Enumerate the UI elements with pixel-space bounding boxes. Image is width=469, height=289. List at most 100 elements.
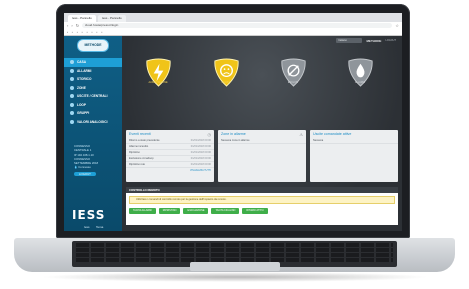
reload-icon[interactable]: ↻ (76, 23, 79, 29)
silence-alarms-button[interactable]: TACITA ALLARMI (129, 208, 156, 214)
address-bar: ‹ › ↻ cloud.hosterpress.it/login ☆ (64, 22, 402, 29)
laptop-frame: Iess - Pannello Iess - Pannello ‹ › ↻ cl… (0, 0, 469, 289)
delays-button[interactable]: RITARDI ATTIVI (242, 208, 268, 214)
panel-title: CONTROLLO REMOTO (126, 187, 398, 193)
row-label: Nessuna zona in allarme (221, 139, 250, 142)
clock-icon: ◷ (207, 132, 212, 137)
sidebar-item-label: STORICO (77, 77, 92, 82)
row-label: Ritorno a stato precedente (129, 139, 160, 142)
status-badge-alarm[interactable]: ALLARMI (346, 57, 375, 88)
card-title: Eventi recenti (129, 132, 151, 136)
remote-control-panel: CONTROLLO REMOTO Utilizzare i comandi di… (126, 187, 398, 225)
browser-tab[interactable]: Iess - Pannello (68, 15, 96, 22)
brand-link[interactable]: Iess (84, 225, 90, 229)
view-all-link[interactable]: VISUALIZZA TUTTI (126, 168, 214, 173)
card-title: Uscite comandate attive (313, 132, 352, 136)
topbar: Italiano METHODE LOGOUT (336, 38, 396, 43)
connection-status: 💧 Connesso (74, 165, 118, 169)
bookmark-icon[interactable]: ▪ (101, 31, 102, 34)
browser-tab[interactable]: Iess - Pannello (97, 15, 126, 22)
logo: METHODE (77, 39, 109, 52)
row-label: Ripristino (129, 151, 140, 154)
language-select[interactable]: Italiano (336, 38, 363, 43)
sidebar-menu: CASA ALLARMI STORICO ZONE USCITE / CENTR… (64, 58, 122, 126)
card-title: Zone in allarme (221, 132, 246, 136)
row-value: 01/01/2018 00:00 (190, 151, 211, 154)
sidebar-item-gruppi[interactable]: GRUPPI (64, 109, 122, 118)
drop-icon: 💧 (74, 165, 78, 170)
app: METHODE CASA ALLARMI STORICO ZONE USCITE… (64, 36, 402, 231)
status-label: ESCLUSI (287, 81, 299, 84)
connection-info: CONNESSO CENTRALE 1 IP 192.168.1.10 CONN… (74, 144, 118, 177)
sidebar-item-label: ALLARMI (77, 68, 92, 73)
sidebar-item-valori[interactable]: VALORI ANALOGICI (64, 118, 122, 127)
sidebar-item-uscite[interactable]: USCITE / CENTRALI (64, 92, 122, 101)
row-label: Allarme incendio (129, 145, 149, 148)
status-badge-power[interactable]: ALIMENTAZIONE (144, 57, 173, 88)
list-item: Nessuna (310, 138, 398, 144)
list-item: Nessuna zona in allarme (218, 138, 306, 144)
sidebar-item-label: USCITE / CENTRALI (77, 94, 108, 99)
sidebar: METHODE CASA ALLARMI STORICO ZONE USCITE… (64, 36, 122, 231)
logout-link[interactable]: LOGOUT (385, 39, 396, 42)
brand-link[interactable]: Tema (96, 225, 103, 229)
card-active-outputs: Uscite comandate attive Nessuna (310, 130, 398, 182)
group-icon (70, 111, 74, 116)
zone-icon (70, 85, 74, 90)
reset-button[interactable]: RIPRISTINO (158, 208, 181, 214)
alarm-icon (70, 68, 74, 73)
bookmark-icon[interactable]: ▪ (72, 31, 73, 34)
browser-tabs: Iess - Pannello Iess - Pannello (64, 13, 402, 22)
sidebar-item-allarmi[interactable]: ALLARMI (64, 67, 122, 76)
status-label: ALIMENTAZIONE (148, 81, 168, 84)
star-icon[interactable]: ☆ (395, 23, 399, 29)
remote-buttons: TACITA ALLARMI RIPRISTINO EVACUAZIONE TA… (129, 208, 395, 214)
silence-buzzer-button[interactable]: TACITA CICALINO (211, 208, 240, 214)
warning-icon: ⚠ (299, 132, 303, 137)
sidebar-item-label: VALORI ANALOGICI (77, 119, 108, 124)
card-recent-events: Eventi recenti ◷ Ritorno a stato precede… (126, 130, 214, 182)
bookmark-icon[interactable]: ▪ (92, 31, 93, 34)
row-value: 01/01/2018 00:00 (190, 145, 211, 148)
main-content: Italiano METHODE LOGOUT ALIMENTAZIONE GU… (122, 36, 402, 231)
back-icon[interactable]: ‹ (67, 23, 68, 29)
home-icon (70, 60, 74, 65)
status-label: GUASTI (221, 81, 231, 84)
card-zones-alarm: Zone in allarme ⚠ Nessuna zona in allarm… (218, 130, 306, 182)
row-value: 01/01/2018 00:00 (190, 139, 211, 142)
bookmark-icon[interactable]: ▪ (82, 31, 83, 34)
screen: Iess - Pannello Iess - Pannello ‹ › ↻ cl… (64, 13, 402, 231)
sidebar-item-zone[interactable]: ZONE (64, 84, 122, 93)
laptop-shadow (40, 272, 430, 282)
sidebar-item-label: GRUPPI (77, 111, 90, 116)
status-badge-excluded[interactable]: ESCLUSI (279, 57, 308, 88)
bookmarks-bar: ▪ ▪ ▪ ▪ ▪ ▪ ▪ ▪ (64, 29, 402, 36)
bookmark-icon[interactable]: ▪ (97, 31, 98, 34)
row-label: Nessuna (313, 139, 324, 142)
status-label: ALLARMI (354, 81, 366, 84)
forward-icon[interactable]: › (71, 23, 72, 29)
bookmark-icon[interactable]: ▪ (77, 31, 78, 34)
row-label: Esclusione zona/loop (129, 157, 154, 160)
row-label: Ripristino rete (129, 163, 146, 166)
sidebar-item-storico[interactable]: STORICO (64, 75, 122, 84)
trackpad (190, 262, 280, 271)
sidebar-item-casa[interactable]: CASA (64, 58, 122, 67)
status-icons: ALIMENTAZIONE GUASTI ESCLUSI ALLARMI (122, 57, 402, 103)
loop-icon (70, 102, 74, 107)
history-icon (70, 77, 74, 82)
url-field[interactable]: cloud.hosterpress.it/login (82, 23, 393, 28)
brand-logo: IESS (72, 208, 106, 222)
row-value: 01/01/2018 00:00 (190, 163, 211, 166)
sidebar-item-loop[interactable]: LOOP (64, 101, 122, 110)
status-badge-fault[interactable]: GUASTI (212, 57, 241, 88)
evacuation-button[interactable]: EVACUAZIONE (183, 208, 209, 214)
logout-button[interactable]: LOGOUT (74, 171, 96, 177)
sidebar-item-label: ZONE (77, 85, 86, 90)
sidebar-item-label: CASA (77, 60, 87, 65)
bookmark-icon[interactable]: ▪ (67, 31, 68, 34)
sidebar-item-label: LOOP (77, 102, 87, 107)
bookmark-icon[interactable]: ▪ (87, 31, 88, 34)
row-value: 01/01/2018 00:00 (190, 157, 211, 160)
user-name[interactable]: METHODE (366, 39, 381, 43)
